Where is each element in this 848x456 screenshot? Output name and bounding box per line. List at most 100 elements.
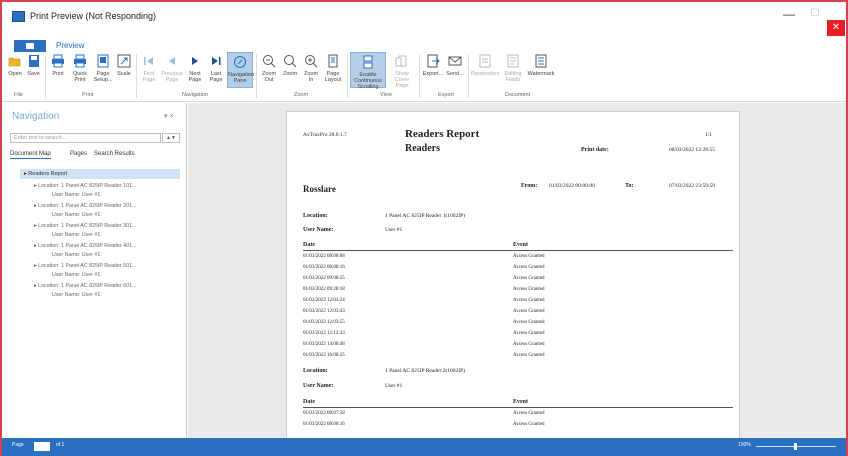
editing-fields-icon (507, 54, 519, 68)
maximize-button[interactable]: ☐ (805, 6, 825, 24)
table-row-event: Access Granted (513, 276, 545, 281)
table-row-event: Access Granted (513, 411, 545, 416)
tree-item-location[interactable]: ▸ Location: 1 Panel AC 825IP Reader 601.… (34, 283, 136, 290)
tree-item-location[interactable]: ▸ Location: 1 Panel AC 825IP Reader 501.… (34, 263, 136, 270)
tree-item-location[interactable]: ▸ Location: 1 Panel AC 825IP Reader 201.… (34, 203, 136, 210)
tree-item-location[interactable]: ▸ Location: 1 Panel AC 825IP Reader 301.… (34, 223, 136, 230)
tree-item-user[interactable]: User Name: User #1 (52, 292, 100, 299)
tree-item-user[interactable]: User Name: User #1 (52, 192, 100, 199)
save-button[interactable]: Save (25, 52, 42, 88)
table-row-event: Access Granted (513, 309, 545, 314)
send-label: Send... (446, 71, 464, 77)
group-separator (347, 54, 348, 98)
table-row-date: 01/03/2022 12:03:24 (303, 298, 345, 303)
report-page: AxTraxPro 28.0.1.7 Readers Report Reader… (286, 111, 740, 441)
scale-button[interactable]: Scale (115, 52, 133, 88)
navigation-pane-icon (234, 56, 246, 68)
group-label-view: View (380, 92, 392, 98)
file-menu-icon (26, 43, 34, 49)
minimize-button[interactable]: — (779, 6, 799, 24)
table-row-date: 01/03/2022 08:08:08 (303, 254, 345, 259)
export-button[interactable]: Export... (422, 52, 444, 88)
navigation-pane-button[interactable]: Navigation Pane (227, 52, 254, 88)
group-label-export: Export (438, 92, 454, 98)
navigation-title: Navigation (12, 111, 60, 122)
zoom-out-label: Zoom Out (261, 71, 277, 83)
event-column-header: Event (513, 242, 528, 248)
first-page-icon (144, 57, 153, 65)
close-button[interactable]: ✕ (827, 20, 845, 36)
from-value: 01/03/2022 00:00:00 (549, 183, 595, 189)
folder-open-icon (8, 57, 21, 67)
app-icon (12, 11, 25, 22)
group-separator (419, 54, 420, 98)
navigation-pane-label: Navigation Pane (228, 72, 254, 84)
zoom-button[interactable]: Zoom (280, 52, 300, 88)
next-page-label: Next Page (188, 71, 202, 83)
quick-print-button[interactable]: Quick Print (69, 52, 91, 88)
previous-page-label: Previous Page (161, 71, 183, 83)
tree-item-user[interactable]: User Name: User #1 (52, 232, 100, 239)
quick-print-label: Quick Print (72, 71, 88, 83)
table-row-date: 01/03/2022 09:08:25 (303, 276, 345, 281)
save-label: Save (27, 71, 40, 77)
last-page-label: Last Page (209, 71, 223, 83)
last-page-button[interactable]: Last Page (206, 52, 226, 88)
page-layout-button[interactable]: Page Layout (322, 52, 344, 88)
zoom-slider-thumb[interactable] (794, 443, 797, 450)
tree-item-location[interactable]: ▸ Location: 1 Panel AC 825IP Reader 101.… (34, 183, 136, 190)
navigation-pane-controls[interactable]: ▾ × (164, 112, 174, 120)
next-page-button[interactable]: Next Page (185, 52, 205, 88)
zoom-out-button[interactable]: Zoom Out (259, 52, 279, 88)
tree-item-location[interactable]: ▸ Location: 1 Panel AC 825IP Reader 401.… (34, 243, 136, 250)
file-menu-button[interactable] (14, 40, 46, 52)
zoom-icon (284, 55, 297, 68)
page-number: 1/1 (705, 132, 713, 138)
tree-item-readers-report[interactable]: ▸ Readers Report (20, 169, 180, 179)
print-date-label: Print date: (581, 147, 609, 153)
parameters-button[interactable]: Parameters (471, 52, 499, 88)
tree-item-user[interactable]: User Name: User #1 (52, 212, 100, 219)
preview-area[interactable]: AxTraxPro 28.0.1.7 Readers Report Reader… (188, 103, 846, 441)
watermark-button[interactable]: Watermark (527, 52, 555, 88)
table-row-event: Access Granted (513, 298, 545, 303)
tab-document-map[interactable]: Document Map (10, 151, 51, 159)
cover-page-icon (395, 55, 407, 67)
table-row-event: Access Granted (513, 254, 545, 259)
continuous-scrolling-button[interactable]: Enable Continuous Scrolling (350, 52, 386, 90)
parameters-label: Parameters (471, 71, 500, 77)
tab-preview[interactable]: Preview (56, 41, 84, 50)
tab-search-results[interactable]: Search Results (94, 151, 135, 157)
navigation-pane: Navigation ▾ × Enter text to search... ▲… (2, 103, 187, 438)
title-bar: Print Preview (Not Responding) — ☐ ✕ (2, 2, 846, 36)
first-page-button[interactable]: First Page (139, 52, 159, 88)
zoom-in-button[interactable]: Zoom In (301, 52, 321, 88)
tab-pages[interactable]: Pages (70, 151, 87, 157)
search-navigation-button[interactable]: ▲▼ (162, 133, 180, 143)
group-separator (45, 54, 46, 98)
open-button[interactable]: Open (6, 52, 24, 88)
page-setup-button[interactable]: Page Setup... (92, 52, 114, 88)
page-layout-label: Page Layout (324, 71, 342, 83)
continuous-scrolling-icon (363, 55, 373, 69)
table-row-event: Access Granted (513, 342, 545, 347)
zoom-label: Zoom (282, 71, 298, 77)
send-button[interactable]: Send... (445, 52, 465, 88)
user-name-value: User #1 (385, 383, 403, 389)
group-label-zoom: Zoom (294, 92, 309, 98)
group-separator (468, 54, 469, 98)
page-total: of 1 (56, 442, 65, 448)
tree-item-user[interactable]: User Name: User #1 (52, 272, 100, 279)
page-number-input[interactable] (34, 442, 50, 451)
export-label: Export... (422, 71, 444, 77)
table-row-event: Access Granted (513, 265, 545, 270)
search-input[interactable]: Enter text to search... (10, 133, 161, 143)
show-cover-page-button[interactable]: Show Cover Page (388, 52, 416, 89)
tree-item-user[interactable]: User Name: User #1 (52, 252, 100, 259)
group-label-file: File (14, 92, 23, 98)
previous-page-button[interactable]: Previous Page (160, 52, 184, 88)
group-label-print: Print (82, 92, 94, 98)
show-cover-page-label: Show Cover Page (394, 71, 410, 89)
print-button[interactable]: Print (48, 52, 68, 88)
editing-fields-button[interactable]: Editing Fields (500, 52, 526, 88)
